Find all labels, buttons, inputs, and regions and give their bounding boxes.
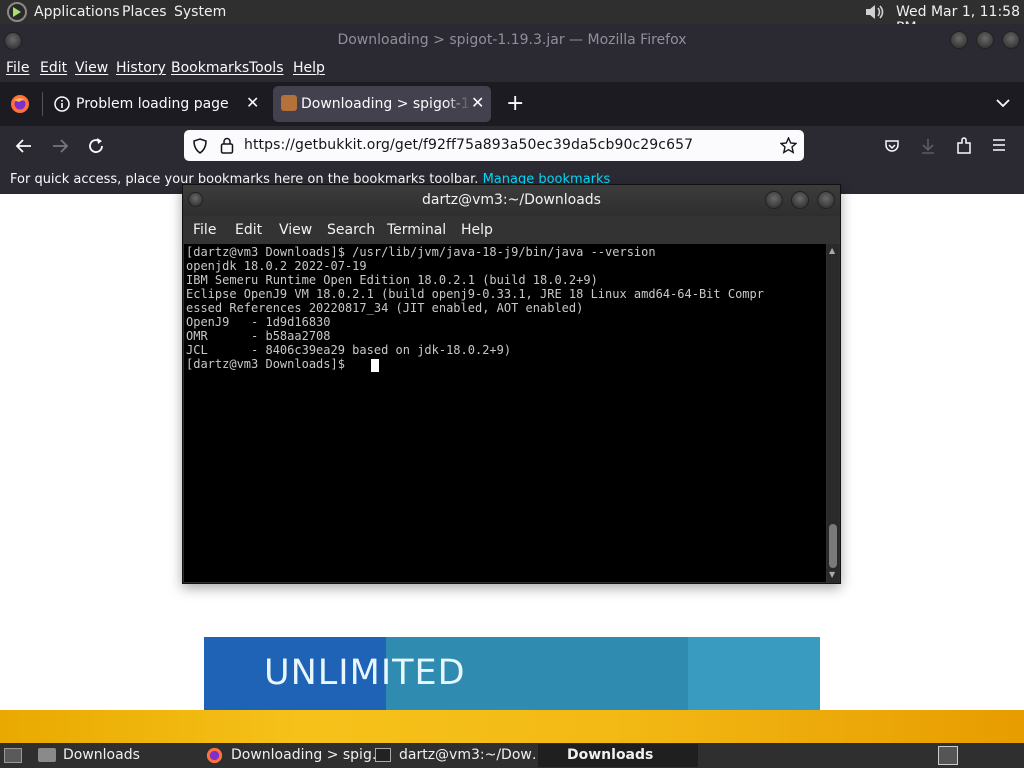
terminal-menu-search[interactable]: Search [327,222,375,238]
info-icon [54,96,70,112]
yellow-stripe [0,710,1024,743]
terminal-menubar: File Edit View Search Terminal Help [183,216,840,244]
taskbar-item-label: Downloads [567,747,654,763]
terminal-titlebar[interactable]: dartz@vm3:~/Downloads [183,185,840,216]
scroll-up-icon[interactable]: ▲ [829,246,835,255]
spigot-favicon-icon [281,95,297,111]
menu-file[interactable]: File [6,60,29,76]
terminal-minimize-button[interactable] [765,191,783,209]
tab-close-icon[interactable]: ✕ [246,93,259,112]
system-menu[interactable]: System [174,4,226,20]
url-text[interactable]: https://getbukkit.org/get/f92ff75a893a50… [244,137,693,153]
banner-text: UNLIMITED [264,653,466,693]
firefox-view-icon[interactable] [10,94,30,114]
terminal-output: [dartz@vm3 Downloads]$ /usr/lib/jvm/java… [186,245,764,371]
tab-downloading[interactable]: Downloading > spigot-1.19.3 ✕ [273,86,491,122]
new-tab-icon[interactable]: + [506,91,524,116]
reload-icon[interactable] [87,137,105,155]
url-bar[interactable]: https://getbukkit.org/get/f92ff75a893a50… [184,130,804,161]
bookmark-star-icon[interactable] [780,137,797,154]
terminal-menu-terminal[interactable]: Terminal [387,222,446,238]
list-all-tabs-icon[interactable] [996,98,1010,108]
taskbar-item-label: dartz@vm3:~/Dow… [399,747,546,763]
menu-view[interactable]: View [75,60,108,76]
tab-close-icon[interactable]: ✕ [471,93,484,112]
show-desktop-icon[interactable] [4,748,22,763]
mate-logo-icon[interactable] [7,2,27,22]
pocket-icon[interactable] [884,138,900,154]
firefox-icon [206,747,223,764]
terminal-menu-file[interactable]: File [193,222,216,238]
scroll-down-icon[interactable]: ▼ [829,570,835,579]
top-panel: Applications Places System Wed Mar 1, 11… [0,0,1024,36]
terminal-window[interactable]: dartz@vm3:~/Downloads File Edit View Sea… [182,184,841,584]
terminal-screen[interactable]: [dartz@vm3 Downloads]$ /usr/lib/jvm/java… [184,244,826,582]
terminal-icon [375,748,391,762]
menu-edit[interactable]: Edit [40,60,67,76]
tab-label: Downloading > spigot-1.19.3 [301,96,471,112]
places-menu[interactable]: Places [122,4,167,20]
extensions-icon[interactable] [956,137,972,155]
tab-label: Problem loading page [76,96,229,112]
menu-tools[interactable]: Tools [249,60,284,76]
terminal-title: dartz@vm3:~/Downloads [422,192,601,208]
menu-history[interactable]: History [116,60,166,76]
banner-right-block [688,637,820,710]
minimize-button[interactable] [950,31,968,49]
back-icon[interactable] [15,137,33,155]
forward-icon[interactable] [51,137,69,155]
terminal-cursor [371,359,379,372]
terminal-scrollbar[interactable]: ▲ ▼ [827,244,839,582]
folder-icon [38,748,56,762]
terminal-close-button[interactable] [817,191,835,209]
tracking-protection-shield-icon[interactable] [192,138,208,154]
firefox-menubar: File Edit View History Bookmarks Tools H… [0,57,1024,82]
taskbar-item-label: Downloads [63,747,140,763]
bottom-taskbar: Downloads Downloading > spig… dartz@vm3:… [0,743,1024,768]
tab-problem-loading[interactable]: Problem loading page ✕ [46,86,268,122]
taskbar-item-terminal[interactable]: dartz@vm3:~/Dow… [370,744,546,767]
maximize-button[interactable] [976,31,994,49]
volume-icon[interactable] [864,3,886,21]
menu-bookmarks[interactable]: Bookmarks [171,60,249,76]
applications-menu[interactable]: Applications [34,4,120,20]
unlimited-banner[interactable]: UNLIMITED [204,637,820,710]
navigation-toolbar: https://getbukkit.org/get/f92ff75a893a50… [0,126,1024,166]
terminal-menu-edit[interactable]: Edit [235,222,262,238]
app-menu-icon[interactable] [992,139,1006,151]
taskbar-item-downloads[interactable]: Downloads [32,744,192,767]
close-window-button[interactable] [1002,31,1020,49]
scrollbar-thumb[interactable] [829,524,837,568]
tab-bar: Problem loading page ✕ Downloading > spi… [0,82,1024,126]
taskbar-item-firefox[interactable]: Downloading > spig… [200,744,386,767]
taskbar-item-label: Downloading > spig… [231,747,386,763]
menu-help[interactable]: Help [293,60,325,76]
taskbar-item-downloads-active[interactable]: Downloads [538,744,698,767]
firefox-titlebar[interactable]: Downloading > spigot-1.19.3.jar — Mozill… [0,24,1024,57]
terminal-menu-view[interactable]: View [279,222,312,238]
firefox-window-title: Downloading > spigot-1.19.3.jar — Mozill… [337,32,687,48]
terminal-menu-help[interactable]: Help [461,222,493,238]
downloads-icon[interactable] [920,137,936,155]
terminal-maximize-button[interactable] [791,191,809,209]
lock-icon[interactable] [220,137,234,154]
workspace-switcher-icon[interactable] [938,746,958,765]
